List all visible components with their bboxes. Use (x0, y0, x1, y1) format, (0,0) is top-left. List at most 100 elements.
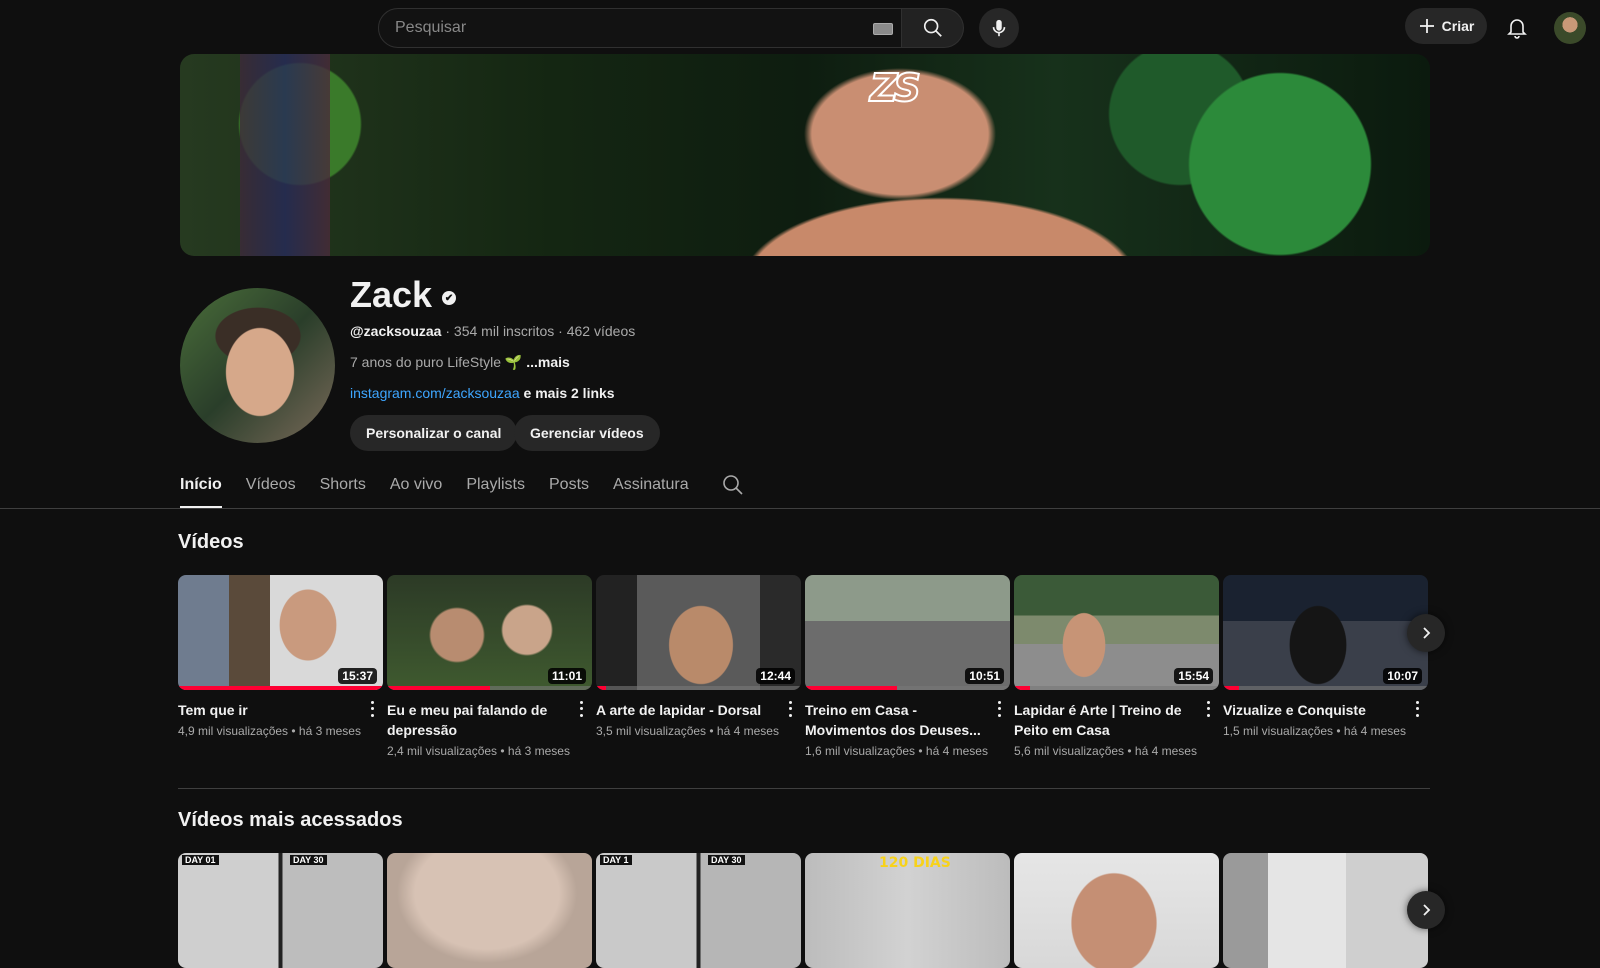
popular-video-card[interactable] (1014, 853, 1219, 968)
more-options-icon[interactable] (992, 699, 1006, 719)
tab-shorts[interactable]: Shorts (320, 462, 366, 508)
watch-progress-bar (1223, 686, 1240, 690)
tabs-divider (0, 508, 1600, 509)
channel-stats: · 354 mil inscritos · 462 vídeos (441, 323, 636, 339)
popular-video-card[interactable]: 120 DIAS (805, 853, 1010, 968)
search-button[interactable] (902, 8, 964, 48)
thumbnail-label: DAY 01 (182, 855, 219, 865)
popular-next-button[interactable] (1407, 891, 1445, 929)
channel-logo: ZS (869, 65, 922, 111)
watch-progress-track (596, 686, 801, 690)
channel-search-icon[interactable] (721, 473, 745, 497)
more-options-icon[interactable] (365, 699, 379, 719)
popular-video-card[interactable]: DAY 1 DAY 30 (596, 853, 801, 968)
more-links[interactable]: e mais 2 links (520, 385, 615, 401)
plus-icon (1419, 19, 1434, 33)
video-thumbnail[interactable] (1223, 853, 1428, 968)
video-duration: 10:51 (965, 668, 1004, 684)
video-thumbnail[interactable]: 11:01 (387, 575, 592, 690)
shelf-next-button[interactable] (1407, 614, 1445, 652)
channel-links: instagram.com/zacksouzaa e mais 2 links (350, 385, 615, 401)
more-options-icon[interactable] (1410, 699, 1424, 719)
popular-video-card[interactable]: DAY 01 DAY 30 (178, 853, 383, 968)
microphone-icon (992, 19, 1006, 37)
channel-description[interactable]: 7 anos do puro LifeStyle 🌱 ...mais (350, 354, 570, 371)
channel-handle: @zacksouzaa (350, 323, 442, 339)
video-title[interactable]: Lapidar é Arte | Treino de Peito em Casa (1014, 700, 1194, 740)
video-card[interactable]: 10:07 Vizualize e Conquiste 1,5 mil visual… (1223, 575, 1428, 758)
create-button[interactable]: Criar (1405, 8, 1487, 44)
video-thumbnail[interactable] (387, 853, 592, 968)
tab-membership[interactable]: Assinatura (613, 462, 689, 508)
popular-video-card[interactable] (387, 853, 592, 968)
more-options-icon[interactable] (574, 699, 588, 719)
voice-search-button[interactable] (979, 8, 1019, 48)
video-card[interactable]: 11:01 Eu e meu pai falando de depressão 2,… (387, 575, 592, 758)
video-card[interactable]: 15:37 Tem que ir 4,9 mil visualizações • h… (178, 575, 383, 758)
tab-posts[interactable]: Posts (549, 462, 589, 508)
watch-progress-bar (387, 686, 490, 690)
popular-video-card[interactable] (1223, 853, 1428, 968)
video-thumbnail[interactable]: 12:44 (596, 575, 801, 690)
watch-progress-bar (596, 686, 607, 690)
instagram-link[interactable]: instagram.com/zacksouzaa (350, 385, 520, 401)
video-meta: 1,5 mil visualizações • há 4 meses (1223, 724, 1406, 738)
tab-live[interactable]: Ao vivo (390, 462, 442, 508)
account-avatar[interactable] (1554, 12, 1586, 44)
tab-playlists[interactable]: Playlists (466, 462, 525, 508)
search-input[interactable] (395, 9, 835, 47)
video-shelf: 15:37 Tem que ir 4,9 mil visualizações • h… (178, 575, 1428, 758)
video-thumbnail[interactable]: 15:54 (1014, 575, 1219, 690)
video-thumbnail[interactable]: 15:37 (178, 575, 383, 690)
top-bar: Criar (0, 0, 1600, 54)
section-divider (178, 788, 1430, 789)
manage-videos-button[interactable]: Gerenciar vídeos (514, 415, 660, 451)
video-thumbnail[interactable]: DAY 1 DAY 30 (596, 853, 801, 968)
search-icon (923, 18, 942, 37)
video-duration: 10:07 (1383, 668, 1422, 684)
video-thumbnail[interactable]: 10:51 (805, 575, 1010, 690)
chevron-right-icon (1423, 904, 1431, 916)
video-title[interactable]: Tem que ir (178, 700, 358, 720)
video-meta: 5,6 mil visualizações • há 4 meses (1014, 744, 1197, 758)
more-options-icon[interactable] (783, 699, 797, 719)
video-meta: 4,9 mil visualizações • há 3 meses (178, 724, 361, 738)
video-thumbnail[interactable]: 10:07 (1223, 575, 1428, 690)
video-thumbnail[interactable]: DAY 01 DAY 30 (178, 853, 383, 968)
video-card[interactable]: 12:44 A arte de lapidar - Dorsal 3,5 mil v… (596, 575, 801, 758)
keyboard-icon[interactable] (873, 23, 893, 35)
thumbnail-label: DAY 1 (600, 855, 632, 865)
video-duration: 15:37 (338, 668, 377, 684)
channel-tabs: Início Vídeos Shorts Ao vivo Playlists P… (180, 462, 745, 508)
videos-section-title: Vídeos (178, 531, 244, 553)
more-link[interactable]: ...mais (526, 354, 570, 370)
video-card[interactable]: 15:54 Lapidar é Arte | Treino de Peito em… (1014, 575, 1219, 758)
video-title[interactable]: Vizualize e Conquiste (1223, 700, 1403, 720)
video-title[interactable]: Treino em Casa - Movimentos dos Deuses..… (805, 700, 985, 740)
watch-progress-bar (805, 686, 898, 690)
banner-decoration (240, 54, 330, 256)
watch-progress-track (1014, 686, 1219, 690)
video-meta: 3,5 mil visualizações • há 4 meses (596, 724, 779, 738)
customize-channel-button[interactable]: Personalizar o canal (350, 415, 518, 451)
chevron-right-icon (1423, 627, 1431, 639)
video-thumbnail[interactable]: 120 DIAS (805, 853, 1010, 968)
notifications-button[interactable] (1497, 8, 1537, 48)
thumbnail-label: DAY 30 (708, 855, 745, 865)
video-title[interactable]: Eu e meu pai falando de depressão (387, 700, 567, 740)
channel-avatar[interactable] (180, 288, 335, 443)
watch-progress-track (1223, 686, 1428, 690)
video-card[interactable]: 10:51 Treino em Casa - Movimentos dos Deu… (805, 575, 1010, 758)
tab-videos[interactable]: Vídeos (246, 462, 296, 508)
video-meta: 1,6 mil visualizações • há 4 meses (805, 744, 988, 758)
video-thumbnail[interactable] (1014, 853, 1219, 968)
thumbnail-label: DAY 30 (290, 855, 327, 865)
more-options-icon[interactable] (1201, 699, 1215, 719)
video-title[interactable]: A arte de lapidar - Dorsal (596, 700, 776, 720)
video-duration: 12:44 (756, 668, 795, 684)
description-text: 7 anos do puro LifeStyle 🌱 (350, 354, 527, 370)
video-meta: 2,4 mil visualizações • há 3 meses (387, 744, 570, 758)
watch-progress-bar (1014, 686, 1031, 690)
popular-section-title: Vídeos mais acessados (178, 809, 403, 831)
tab-inicio[interactable]: Início (180, 462, 222, 508)
